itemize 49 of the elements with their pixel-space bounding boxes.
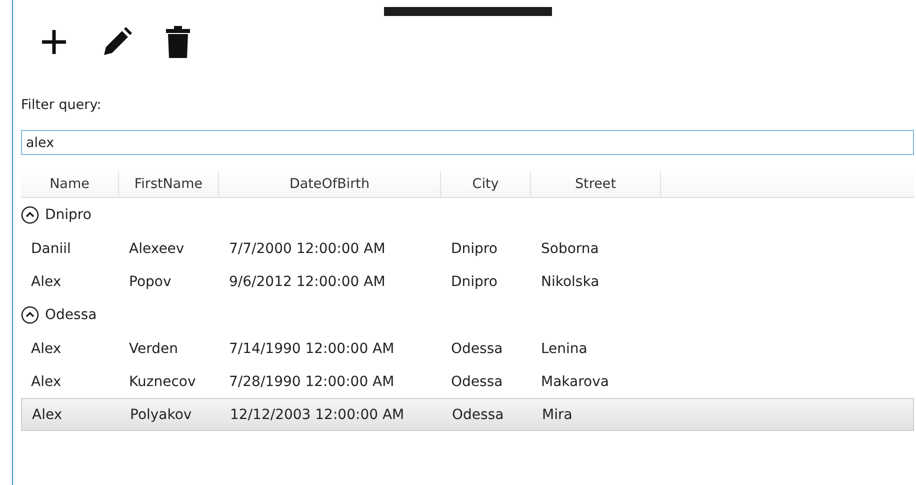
table-cell-text: Dnipro (450, 274, 498, 290)
table-cell-text: Odessa (451, 406, 505, 422)
table-cell-text: 7/28/1990 12:00:00 AM (228, 374, 396, 390)
table-cell-text: Popov (128, 274, 172, 290)
table-cell-text: 9/6/2012 12:00:00 AM (228, 274, 386, 290)
table-cell-text: Polyakov (129, 406, 193, 422)
plus-icon (39, 27, 69, 57)
group-toggle[interactable] (21, 206, 39, 224)
table-cell-text: Daniil (30, 240, 72, 256)
table-cell-text: Soborna (540, 240, 600, 256)
column-header[interactable]: DateOfBirth (219, 171, 441, 197)
table-cell-text: Odessa (450, 374, 504, 390)
filter-input[interactable]: alex (21, 130, 914, 155)
table-cell-text: Dnipro (450, 240, 498, 256)
table-cell-text: Alexeev (128, 240, 186, 256)
table-row[interactable]: Daniil Alexeev 7/7/2000 12:00:00 AM Dnipro Soborna (21, 232, 914, 265)
table-cell-text: Lenina (540, 340, 588, 356)
column-header[interactable]: FirstName (119, 171, 219, 197)
edit-button[interactable] (101, 26, 133, 58)
table-cell-text: Nikolska (540, 274, 600, 290)
group-toggle[interactable] (21, 306, 39, 324)
column-header[interactable]: Street (531, 171, 661, 197)
table-cell-text: 7/7/2000 12:00:00 AM (228, 240, 386, 256)
filter-label: Filter query: (21, 97, 102, 113)
table-row[interactable]: Alex Polyakov 12/12/2003 12:00:00 AM Odessa Mira (21, 398, 914, 431)
table-cell-text: Alex (31, 406, 64, 422)
group-name: Odessa (45, 307, 97, 323)
table-cell-text: Makarova (540, 374, 610, 390)
column-header[interactable]: City (441, 171, 531, 197)
delete-button[interactable] (165, 24, 191, 60)
table-row[interactable]: Alex Popov 9/6/2012 12:00:00 AM Dnipro Nikolska (21, 265, 914, 298)
trash-icon (165, 24, 191, 60)
add-button[interactable] (39, 27, 69, 57)
table-cell-text: Odessa (450, 340, 504, 356)
table-cell-text: Alex (30, 274, 62, 290)
table-cell-text: Alex (30, 340, 62, 356)
table-cell-text: Kuznecov (128, 374, 197, 390)
pencil-icon (101, 26, 133, 58)
table-cell-text: 7/14/1990 12:00:00 AM (228, 340, 396, 356)
column-header[interactable]: Name (21, 171, 119, 197)
table-cell-text: Verden (128, 340, 179, 356)
table-row[interactable]: Alex Verden 7/14/1990 12:00:00 AM Odessa Lenina (21, 332, 914, 365)
table-cell-text: Mira (541, 406, 574, 422)
chevron-up-icon (21, 206, 39, 224)
table-cell-text: Alex (30, 374, 62, 390)
table-row[interactable]: Alex Kuznecov 7/28/1990 12:00:00 AM Odessa Makarova (21, 365, 914, 398)
chevron-up-icon (21, 306, 39, 324)
group-name: Dnipro (45, 207, 92, 223)
table-cell-text: 12/12/2003 12:00:00 AM (229, 406, 406, 422)
